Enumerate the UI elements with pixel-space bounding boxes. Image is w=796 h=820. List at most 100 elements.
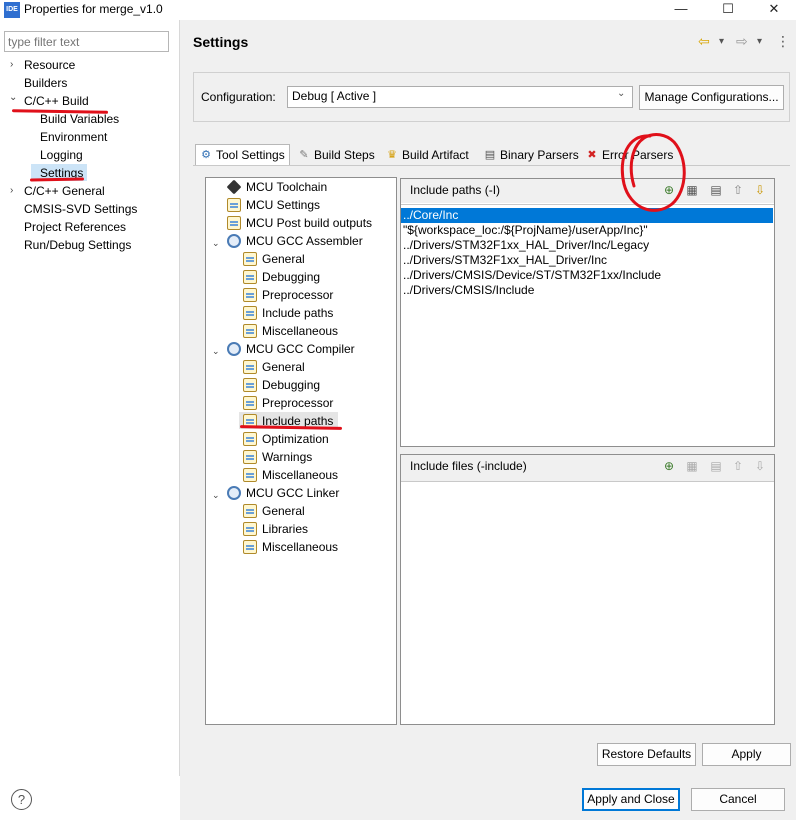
tree-item-assembler-preprocessor[interactable]: Preprocessor (243, 287, 333, 303)
help-icon[interactable]: ? (11, 789, 32, 810)
tree-item-mcu-gcc-assembler[interactable]: MCU GCC Assembler (227, 233, 363, 249)
expand-chevron-icon[interactable]: › (10, 59, 13, 70)
settings-page-icon (243, 504, 257, 518)
tree-item-linker-miscellaneous[interactable]: Miscellaneous (243, 539, 338, 555)
panel-separator (401, 204, 774, 205)
close-button[interactable]: ✕ (751, 0, 796, 20)
apply-and-close-button[interactable]: Apply and Close (582, 788, 680, 811)
tree-item-compiler-preprocessor[interactable]: Preprocessor (243, 395, 333, 411)
view-menu-icon[interactable]: ⋮ (776, 33, 790, 50)
nav-item-run-debug-settings[interactable]: Run/Debug Settings (24, 238, 131, 252)
configuration-select[interactable]: Debug [ Active ] (287, 86, 633, 108)
error-icon: ✖ (587, 149, 597, 161)
delete-icon[interactable]: ▦ (685, 458, 699, 474)
tree-item-label: MCU Post build outputs (246, 216, 373, 230)
move-down-icon[interactable]: ⇩ (753, 182, 767, 198)
settings-page-icon (243, 522, 257, 536)
collapse-chevron-icon[interactable]: ⌄ (212, 238, 220, 249)
chevron-down-icon[interactable]: ▾ (719, 36, 724, 47)
tree-item-label: General (262, 504, 305, 518)
settings-page-icon (243, 468, 257, 482)
edit-icon[interactable]: ▤ (709, 182, 723, 198)
tree-item-label: General (262, 360, 305, 374)
minimize-button[interactable]: — (658, 0, 704, 20)
include-path-row[interactable]: "${workspace_loc:/${ProjName}/userApp/In… (403, 223, 648, 238)
tree-item-label: Optimization (262, 432, 329, 446)
include-path-row[interactable]: ../Drivers/STM32F1xx_HAL_Driver/Inc (403, 253, 607, 268)
nav-item-cmsis-svd-settings[interactable]: CMSIS-SVD Settings (24, 202, 137, 216)
tree-item-mcu-toolchain[interactable]: MCU Toolchain (226, 179, 327, 195)
tree-item-label: MCU GCC Assembler (246, 234, 363, 248)
tree-item-mcu-gcc-compiler[interactable]: MCU GCC Compiler (227, 341, 355, 357)
tree-item-label: Debugging (262, 378, 321, 392)
collapse-chevron-icon[interactable]: ⌄ (9, 92, 17, 103)
move-down-icon[interactable]: ⇩ (753, 458, 767, 474)
back-arrow-icon[interactable]: ⇦ (698, 33, 710, 50)
nav-item-cpp-general[interactable]: C/C++ General (24, 184, 105, 198)
apply-button[interactable]: Apply (702, 743, 791, 766)
tab-label: Binary Parsers (500, 148, 579, 162)
tree-item-label: MCU Settings (246, 198, 321, 212)
tree-item-mcu-post-build-outputs[interactable]: MCU Post build outputs (227, 215, 372, 231)
tree-item-label: MCU GCC Compiler (246, 342, 355, 356)
tree-item-label: Libraries (262, 522, 309, 536)
tree-item-mcu-gcc-linker[interactable]: MCU GCC Linker (227, 485, 339, 501)
tree-item-label: MCU GCC Linker (246, 486, 340, 500)
tree-item-compiler-miscellaneous[interactable]: Miscellaneous (243, 467, 338, 483)
include-path-row[interactable]: ../Drivers/STM32F1xx_HAL_Driver/Inc/Lega… (403, 238, 649, 253)
edit-icon[interactable]: ▤ (709, 458, 723, 474)
nav-item-environment[interactable]: Environment (40, 130, 107, 144)
tab-label: Build Steps (314, 148, 375, 162)
tree-item-assembler-general[interactable]: General (243, 251, 305, 267)
filter-input[interactable] (4, 31, 169, 52)
manage-configurations-button[interactable]: Manage Configurations... (639, 85, 784, 110)
move-up-icon[interactable]: ⇧ (731, 182, 745, 198)
tree-item-label: Miscellaneous (262, 540, 339, 554)
include-path-row[interactable]: ../Drivers/CMSIS/Device/ST/STM32F1xx/Inc… (403, 268, 661, 283)
nav-item-builders[interactable]: Builders (24, 76, 67, 90)
nav-item-logging[interactable]: Logging (40, 148, 83, 162)
tree-item-assembler-include-paths[interactable]: Include paths (243, 305, 333, 321)
nav-item-project-references[interactable]: Project References (24, 220, 126, 234)
cancel-button[interactable]: Cancel (691, 788, 785, 811)
settings-page-icon (243, 450, 257, 464)
tree-item-compiler-optimization[interactable]: Optimization (243, 431, 329, 447)
settings-page-icon (243, 252, 257, 266)
tab-binary-parsers[interactable]: ▤ Binary Parsers (479, 144, 579, 166)
tab-label: Build Artifact (402, 148, 469, 162)
restore-defaults-button[interactable]: Restore Defaults (597, 743, 696, 766)
collapse-chevron-icon[interactable]: ⌄ (212, 346, 220, 357)
tree-item-mcu-settings[interactable]: MCU Settings (227, 197, 320, 213)
tree-item-linker-general[interactable]: General (243, 503, 305, 519)
tree-item-label: Include paths (262, 306, 334, 320)
tab-tool-settings[interactable]: ⚙ Tool Settings (195, 144, 290, 166)
tree-item-compiler-debugging[interactable]: Debugging (243, 377, 320, 393)
tool-gear-icon (227, 342, 241, 356)
tree-item-linker-libraries[interactable]: Libraries (243, 521, 308, 537)
tab-label: Tool Settings (216, 148, 285, 162)
tree-item-compiler-warnings[interactable]: Warnings (243, 449, 312, 465)
nav-item-cpp-build[interactable]: C/C++ Build (24, 94, 89, 108)
tab-build-steps[interactable]: ✎ Build Steps (293, 144, 379, 166)
tree-item-compiler-general[interactable]: General (243, 359, 305, 375)
nav-item-resource[interactable]: Resource (24, 58, 75, 72)
gear-icon: ⚙ (201, 149, 211, 161)
tree-item-label: Preprocessor (262, 396, 334, 410)
expand-chevron-icon[interactable]: › (10, 185, 13, 196)
tab-build-artifact[interactable]: ♛ Build Artifact (381, 144, 477, 166)
include-path-row[interactable]: ../Drivers/CMSIS/Include (403, 283, 534, 298)
chevron-down-icon[interactable]: ▾ (757, 36, 762, 47)
chevron-down-icon[interactable]: ⌄ (617, 88, 625, 99)
forward-arrow-icon[interactable]: ⇨ (736, 33, 748, 50)
tree-item-assembler-miscellaneous[interactable]: Miscellaneous (243, 323, 338, 339)
tree-item-assembler-debugging[interactable]: Debugging (243, 269, 320, 285)
settings-page-icon (227, 216, 241, 230)
nav-item-build-variables[interactable]: Build Variables (40, 112, 119, 126)
window-title: Properties for merge_v1.0 (24, 2, 163, 16)
collapse-chevron-icon[interactable]: ⌄ (212, 490, 220, 501)
add-icon[interactable]: ⊕ (662, 458, 676, 474)
move-up-icon[interactable]: ⇧ (731, 458, 745, 474)
include-path-row[interactable]: ../Core/Inc (403, 208, 458, 223)
maximize-button[interactable]: ☐ (705, 0, 751, 20)
hammer-icon: ✎ (299, 149, 309, 161)
